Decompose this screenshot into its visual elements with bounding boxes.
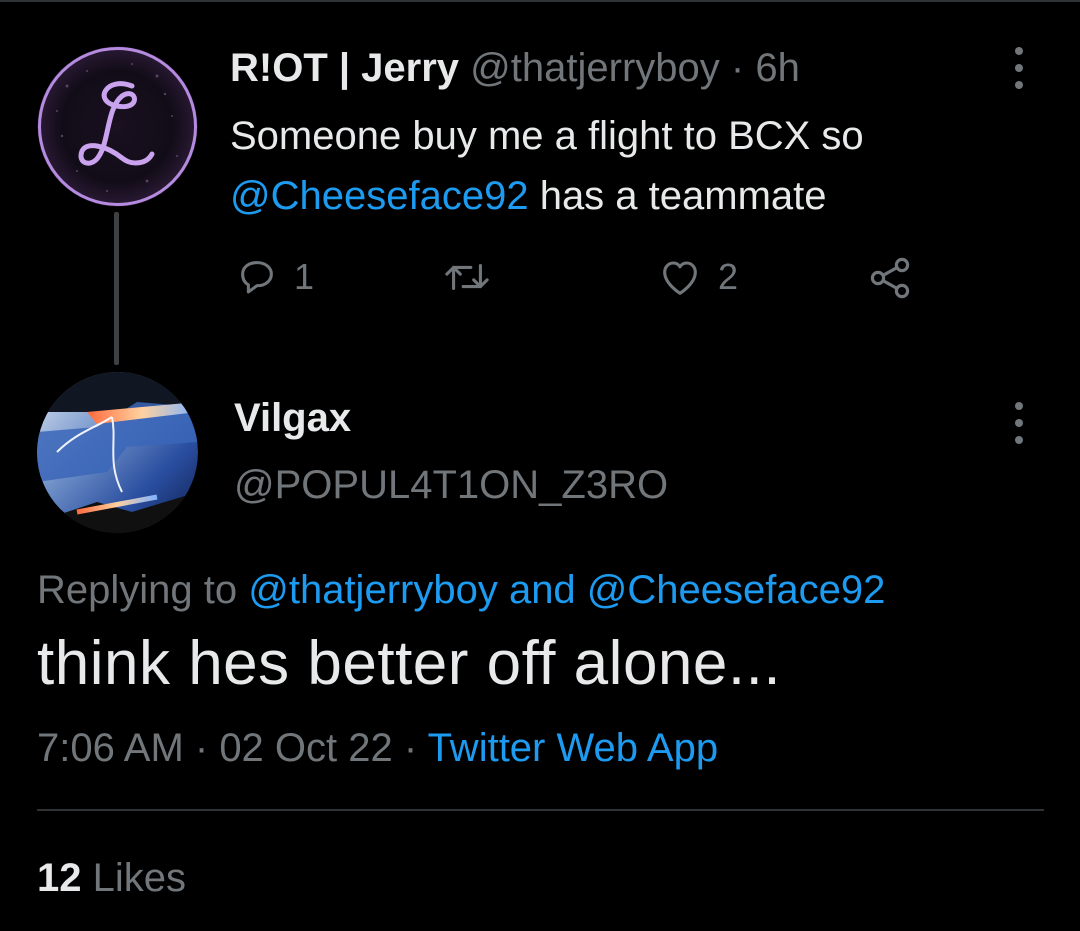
retweet-button[interactable] [440, 254, 494, 300]
share-icon [870, 257, 910, 299]
replying-prefix: Replying to [37, 568, 249, 612]
mention-link[interactable]: @Cheeseface92 [230, 174, 529, 218]
likes-summary[interactable]: 12 Likes [37, 856, 186, 901]
thread-connector-line [114, 212, 119, 365]
like-count: 2 [718, 256, 739, 297]
tweet-source-link[interactable]: Twitter Web App [428, 726, 719, 770]
avatar-image [37, 46, 198, 207]
reply-more-options-icon[interactable] [1004, 398, 1034, 448]
like-button[interactable]: 2 [656, 254, 738, 300]
top-border [0, 0, 1080, 2]
parent-text-line2: @Cheeseface92 has a teammate [230, 166, 864, 226]
avatar-riot-jerry[interactable] [37, 46, 198, 207]
reply-display-name[interactable]: Vilgax [234, 396, 351, 441]
parent-more-options-icon[interactable] [1004, 43, 1034, 93]
meta-dot-2: · [392, 726, 428, 770]
parent-display-name[interactable]: R!OT | Jerry [230, 46, 459, 90]
parent-handle[interactable]: @thatjerryboy [470, 46, 720, 90]
replying-and[interactable]: and [498, 568, 587, 612]
reply-icon [241, 261, 273, 294]
share-button[interactable] [866, 254, 914, 302]
meta-dot-1: · [183, 726, 220, 770]
replying-user-link-2[interactable]: @Cheeseface92 [587, 568, 886, 612]
heart-icon [663, 261, 697, 295]
avatar-vilgax[interactable] [37, 372, 198, 533]
likes-label: Likes [81, 856, 186, 900]
tweet-time[interactable]: 7:06 AM [37, 726, 184, 770]
parent-text-line2-rest: has a teammate [528, 174, 827, 218]
parent-text-line1: Someone buy me a flight to BCX so [230, 114, 864, 158]
reply-button[interactable]: 1 [234, 254, 314, 300]
header-separator: · [730, 46, 745, 90]
avatar-image [37, 372, 198, 533]
tweet-date[interactable]: 02 Oct 22 [219, 726, 392, 770]
likes-count: 12 [37, 856, 82, 900]
replying-user-link-1[interactable]: @thatjerryboy [248, 568, 498, 612]
reply-tweet-text: think hes better off alone... [37, 629, 782, 698]
tweet-meta: 7:06 AM · 02 Oct 22 · Twitter Web App [37, 726, 718, 771]
parent-tweet-header: R!OT | Jerry @thatjerryboy · 6h [230, 44, 800, 92]
parent-tweet-text: Someone buy me a flight to BCX so @Chees… [230, 106, 864, 226]
divider [37, 809, 1044, 811]
retweet-icon [445, 263, 489, 291]
reply-handle[interactable]: @POPUL4T1ON_Z3RO [234, 463, 668, 508]
replying-to: Replying to @thatjerryboy and @Cheesefac… [37, 568, 885, 613]
reply-count: 1 [294, 256, 315, 297]
parent-time-ago[interactable]: 6h [755, 46, 800, 90]
